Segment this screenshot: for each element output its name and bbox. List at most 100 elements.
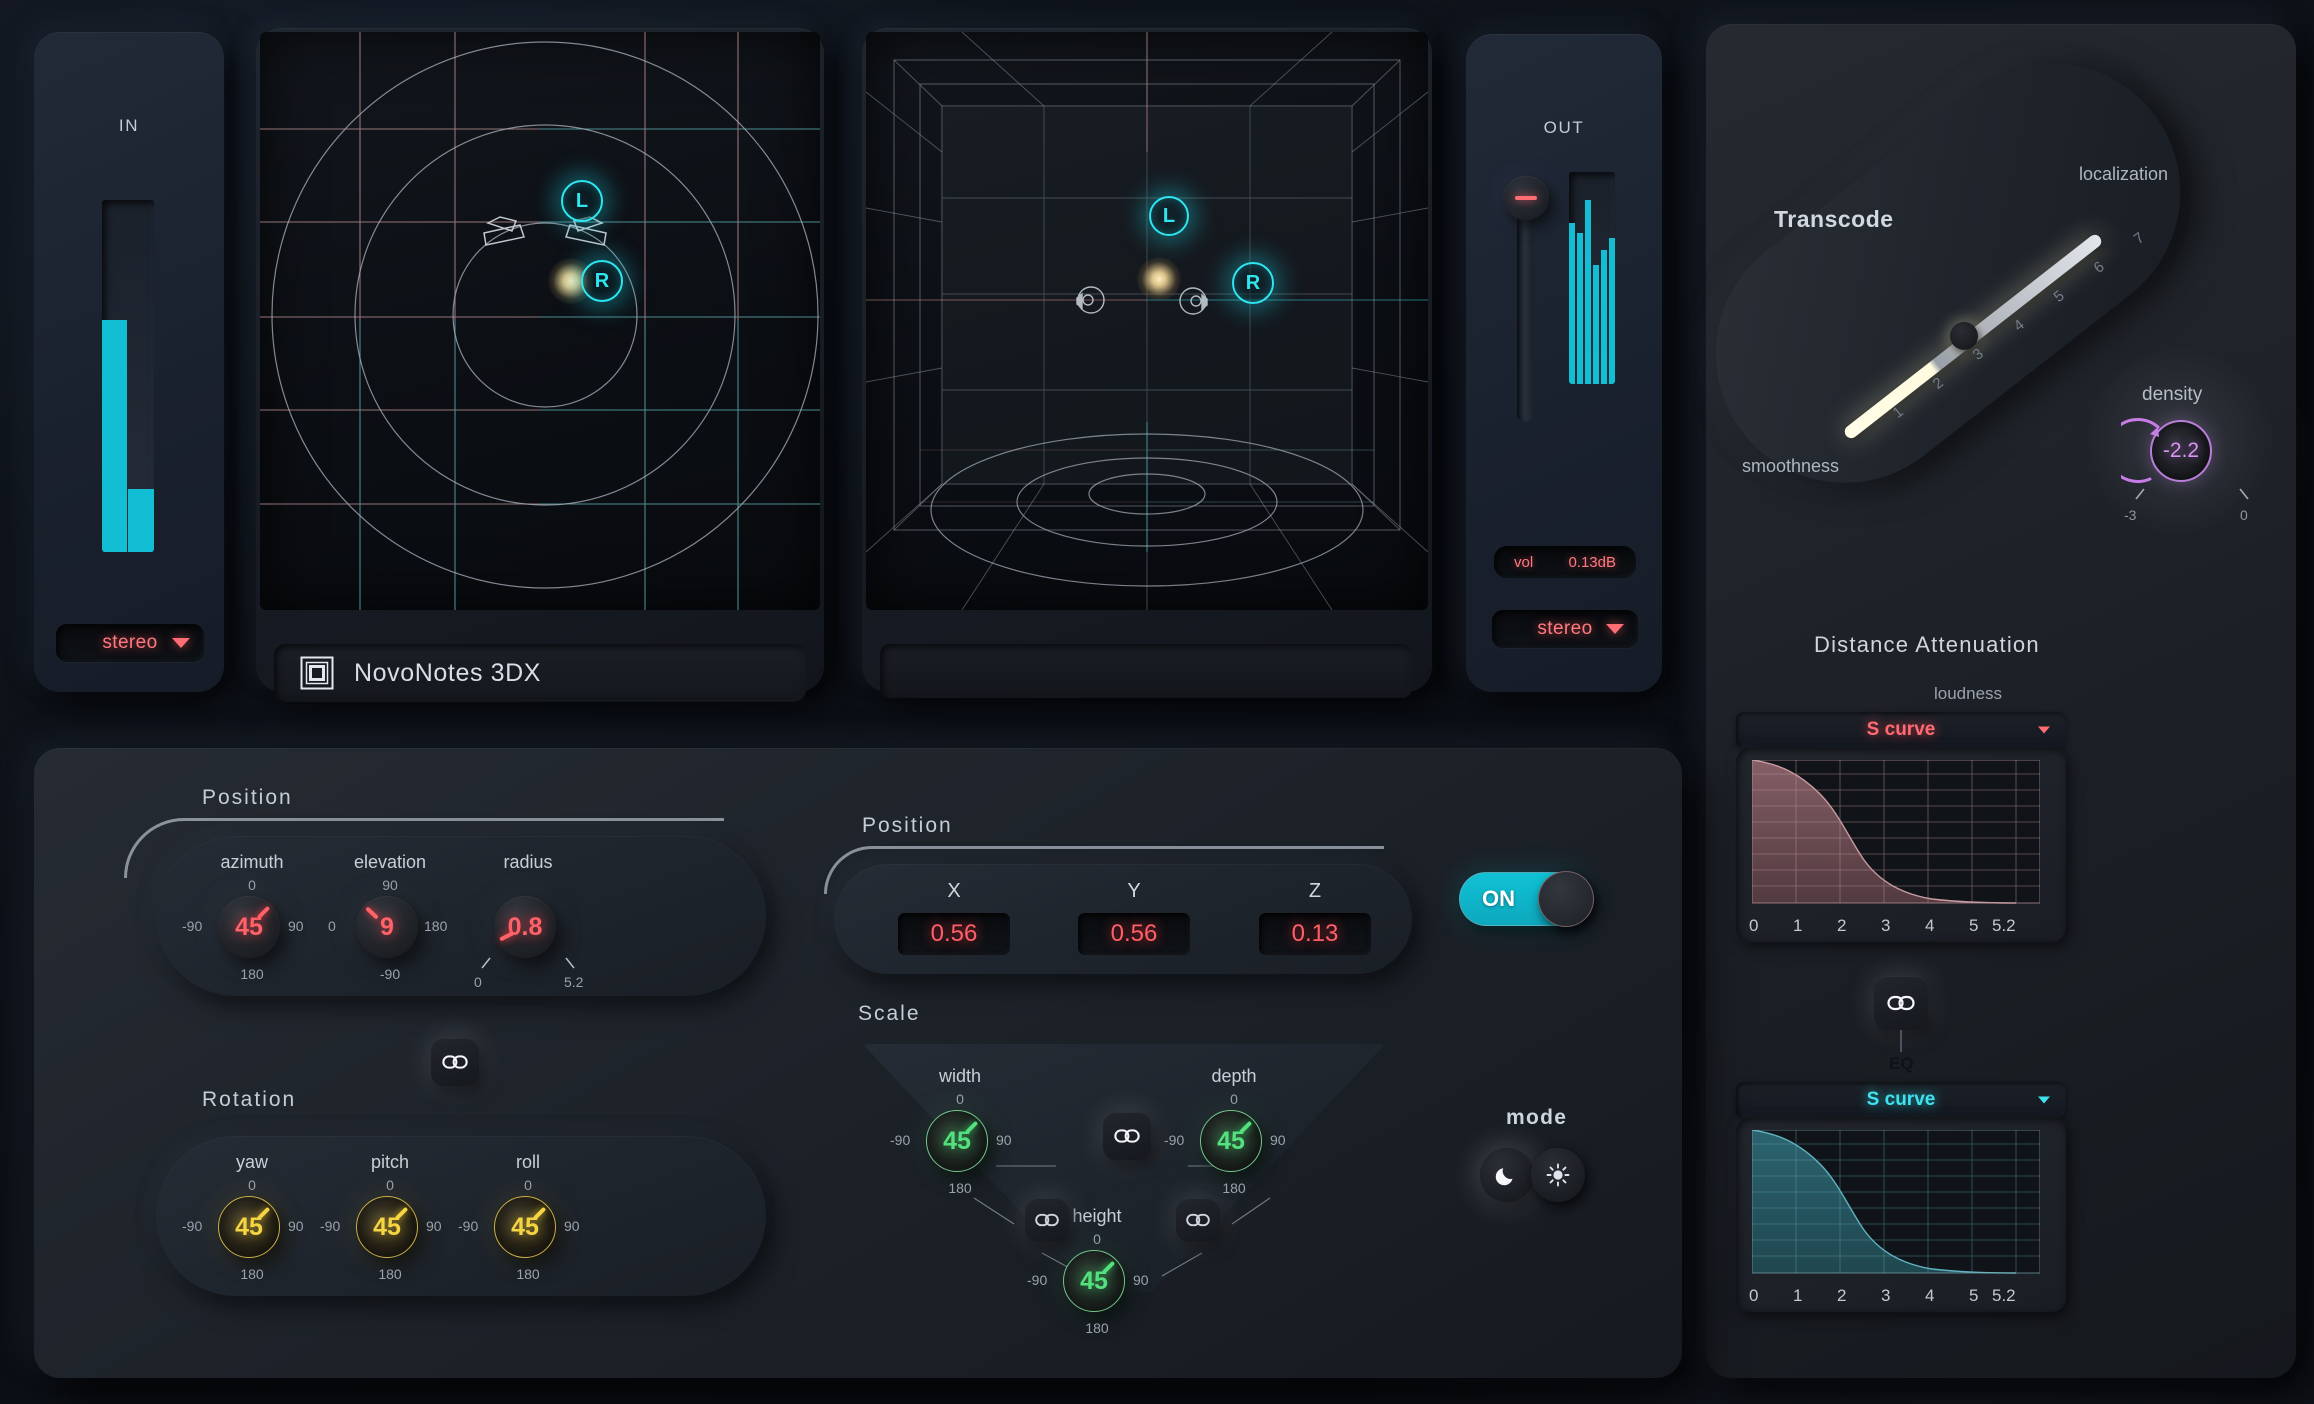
knob-pointer bbox=[1101, 1260, 1116, 1275]
radius-knob[interactable]: 0.8 bbox=[494, 896, 556, 958]
output-vol-value: 0.13dB bbox=[1568, 553, 1616, 571]
scale-link-depth-height[interactable] bbox=[1176, 1198, 1220, 1242]
roll-knob[interactable]: 45 bbox=[494, 1196, 556, 1258]
knob-tick-bottom: 180 bbox=[1085, 1320, 1109, 1336]
knob-tick-bottom: 180 bbox=[240, 966, 264, 982]
pitch-knob[interactable]: 45 bbox=[356, 1196, 418, 1258]
scale-link-width-depth[interactable] bbox=[1103, 1112, 1151, 1160]
link-icon bbox=[1186, 1213, 1210, 1227]
knob-tick-right: 90 bbox=[996, 1132, 1012, 1148]
chevron-down-icon bbox=[172, 638, 190, 648]
position-xyz-group-label: Position bbox=[862, 814, 953, 837]
input-meter-bar-right bbox=[128, 488, 154, 552]
chevron-down-icon bbox=[2038, 726, 2050, 734]
loudness-graph-plot bbox=[1752, 760, 2040, 904]
output-fader-knob[interactable] bbox=[1503, 176, 1549, 220]
knob-pointer bbox=[256, 1206, 271, 1221]
plugin-logo-bar: NovoNotes 3DX bbox=[274, 644, 806, 702]
knob-label: azimuth bbox=[220, 852, 284, 872]
output-format-label: stereo bbox=[1537, 618, 1593, 639]
field-y: Y 0.56 bbox=[1069, 880, 1199, 955]
source-marker-R[interactable]: R bbox=[581, 260, 623, 302]
knob-arc-max: 5.2 bbox=[564, 974, 584, 990]
knob-tick-left: -90 bbox=[182, 1218, 203, 1234]
input-panel: IN stereo bbox=[34, 32, 224, 692]
output-vol-readout[interactable]: vol 0.13dB bbox=[1494, 546, 1636, 578]
loudness-axis-tick: 0 bbox=[1749, 916, 1759, 935]
depth-knob[interactable]: 45 bbox=[1200, 1110, 1262, 1172]
transcode-tick: 4 bbox=[2010, 316, 2028, 335]
source-marker-L[interactable]: L bbox=[1149, 196, 1189, 236]
knob-tick-bottom: 180 bbox=[378, 1266, 402, 1282]
width-knob[interactable]: 45 bbox=[926, 1110, 988, 1172]
yaw-knob[interactable]: 45 bbox=[218, 1196, 280, 1258]
field-x: X 0.56 bbox=[889, 880, 1019, 955]
input-format-label: stereo bbox=[102, 632, 158, 653]
knob-radius: radius 0.8 0 5.2 bbox=[460, 852, 596, 990]
top-view-panel: L R NovoNotes 3DX bbox=[256, 28, 824, 702]
density-tick-marks bbox=[2135, 488, 2249, 500]
position-rotation-link-button[interactable] bbox=[431, 1038, 479, 1086]
field-value: 0.56 bbox=[1110, 920, 1158, 947]
knob-label: roll bbox=[515, 1152, 540, 1172]
knob-label: width bbox=[938, 1066, 982, 1086]
room-view-graphics bbox=[866, 32, 1428, 610]
eq-graph-plot bbox=[1752, 1130, 2040, 1274]
eq-axis-tick: 4 bbox=[1925, 1286, 1935, 1305]
source-marker-R[interactable]: R bbox=[1232, 262, 1274, 304]
eq-axis-tick: 1 bbox=[1793, 1286, 1803, 1305]
knob-tick-top: 0 bbox=[248, 877, 256, 893]
input-title: IN bbox=[118, 116, 140, 135]
mode-night-button[interactable] bbox=[1480, 1148, 1534, 1202]
attenuation-link-button[interactable] bbox=[1874, 976, 1928, 1030]
loudness-axis-tick: 2 bbox=[1837, 916, 1847, 935]
output-format-select[interactable]: stereo bbox=[1492, 610, 1638, 648]
knob-tick-left: -90 bbox=[1027, 1272, 1048, 1288]
loudness-axis-tick: 5.2 bbox=[1992, 916, 2016, 935]
density-knob[interactable]: -2.2 bbox=[2150, 420, 2212, 482]
top-view-canvas[interactable]: L R bbox=[260, 32, 820, 610]
loudness-graph[interactable]: 0 1 2 3 4 5 5.2 bbox=[1736, 748, 2066, 942]
transcode-title: Transcode bbox=[1774, 206, 1894, 232]
rotation-group-label: Rotation bbox=[202, 1088, 297, 1111]
mode-day-button[interactable] bbox=[1531, 1148, 1585, 1202]
link-icon bbox=[1035, 1213, 1059, 1227]
height-knob[interactable]: 45 bbox=[1063, 1250, 1125, 1312]
scale-link-width-height[interactable] bbox=[1025, 1198, 1069, 1242]
knob-tick-top: 0 bbox=[956, 1091, 964, 1107]
azimuth-knob[interactable]: 45 bbox=[218, 896, 280, 958]
link-icon bbox=[1887, 995, 1915, 1011]
knob-pointer bbox=[256, 905, 271, 920]
transcode-tick: 6 bbox=[2090, 258, 2108, 277]
elevation-knob[interactable]: 9 bbox=[356, 896, 418, 958]
chevron-down-icon bbox=[2038, 1096, 2050, 1104]
knob-value: 0.8 bbox=[507, 912, 543, 941]
eq-curve-label: S curve bbox=[1866, 1089, 1936, 1110]
advanced-toggle-knob[interactable] bbox=[1538, 871, 1594, 927]
eq-curve-select[interactable]: S curve bbox=[1736, 1082, 2066, 1118]
room-view-canvas[interactable]: L R bbox=[866, 32, 1428, 610]
knob-label: depth bbox=[1211, 1066, 1257, 1086]
room-view-status-bar bbox=[880, 644, 1412, 698]
knob-pointer bbox=[964, 1120, 979, 1135]
smoothness-label: smoothness bbox=[1742, 456, 1840, 476]
input-format-select[interactable]: stereo bbox=[56, 624, 204, 662]
x-value-field[interactable]: 0.56 bbox=[898, 913, 1010, 955]
eq-label: EQ bbox=[1889, 1054, 1914, 1073]
eq-graph[interactable]: 0 1 2 3 4 5 5.2 bbox=[1736, 1118, 2066, 1312]
loudness-label: loudness bbox=[1934, 684, 2003, 703]
z-value-field[interactable]: 0.13 bbox=[1259, 913, 1371, 955]
eq-axis-tick: 5 bbox=[1969, 1286, 1979, 1305]
link-icon bbox=[442, 1055, 468, 1069]
source-marker-L[interactable]: L bbox=[561, 180, 603, 222]
knob-tick-left: -90 bbox=[320, 1218, 341, 1234]
y-value-field[interactable]: 0.56 bbox=[1078, 913, 1190, 955]
advanced-toggle[interactable]: ON bbox=[1459, 871, 1594, 927]
knob-tick-right: 90 bbox=[1133, 1272, 1149, 1288]
knob-tick-right: 90 bbox=[288, 1218, 304, 1234]
loudness-curve-select[interactable]: S curve bbox=[1736, 712, 2066, 748]
eq-axis-tick: 0 bbox=[1749, 1286, 1759, 1305]
output-meter-bar bbox=[1601, 250, 1607, 384]
knob-arc-min: 0 bbox=[474, 974, 482, 990]
knob-label: pitch bbox=[370, 1152, 410, 1172]
